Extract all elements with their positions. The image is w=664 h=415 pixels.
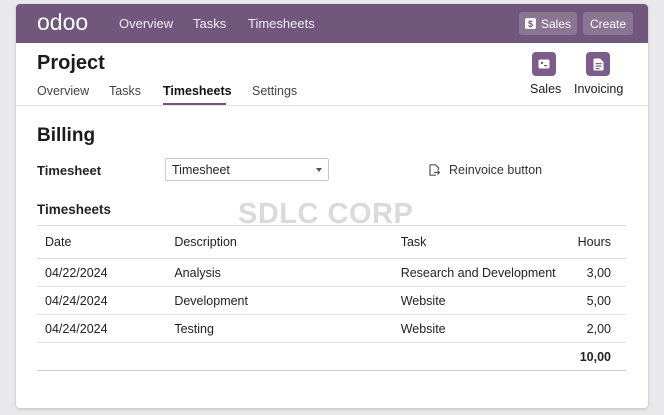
odoo-logo[interactable]: odoo [37,11,97,35]
page-title: Project [37,52,105,74]
reinvoice-button-label: Reinvoice button [449,163,543,177]
total-hours: 10,00 [569,342,626,371]
cell-date: 04/24/2024 [37,314,167,343]
tab-timesheets[interactable]: Timesheets [163,84,232,98]
sales-app-icon[interactable] [532,52,556,76]
tab-overview[interactable]: Overview [37,84,89,98]
invoicing-app-icon[interactable] [586,52,610,76]
cell-date: 04/22/2024 [37,258,167,287]
cell-description: Testing [166,314,393,343]
table-header-row: Date Description Task Hours [37,225,626,259]
cell-hours: 5,00 [569,286,626,315]
cell-task: Research and Development [392,258,570,287]
sales-app-label[interactable]: Sales [530,82,561,96]
cell-description: Development [166,286,393,315]
sales-button[interactable]: $ Sales [519,12,577,35]
top-navbar: odoo Overview Tasks Timesheets $ Sales C… [16,4,648,43]
reinvoice-button[interactable]: Reinvoice button [429,163,542,177]
table-row[interactable]: 04/24/2024 Testing Website 2,00 [37,314,626,343]
topnav-overview[interactable]: Overview [119,16,173,31]
sales-icon: $ [524,18,536,29]
chevron-down-icon [316,168,322,172]
cell-date: 04/24/2024 [37,286,167,315]
reinvoice-icon [429,164,440,176]
timesheet-field-label: Timesheet [37,163,102,178]
column-header-task[interactable]: Task [392,225,570,259]
timesheet-select[interactable]: Timesheet [165,158,329,181]
cell-description: Analysis [166,258,393,287]
timesheets-section-title: Timesheets [37,202,112,217]
billing-title: Billing [37,125,96,146]
column-header-date[interactable]: Date [37,225,167,259]
cell-hours: 3,00 [569,258,626,287]
topnav-tasks[interactable]: Tasks [193,16,226,31]
column-header-description[interactable]: Description [166,225,393,259]
svg-text:odoo: odoo [37,11,88,35]
app-window: odoo Overview Tasks Timesheets $ Sales C… [16,4,648,408]
invoicing-app-label[interactable]: Invoicing [574,82,623,96]
total-row: 10,00 [37,342,626,371]
table-row[interactable]: 04/22/2024 Analysis Research and Develop… [37,258,626,287]
sales-button-label: Sales [540,16,572,31]
tab-settings[interactable]: Settings [252,84,297,98]
cell-task: Website [392,314,570,343]
create-button-label: Create [589,16,627,31]
tab-tasks[interactable]: Tasks [109,84,141,98]
table-row[interactable]: 04/24/2024 Development Website 5,00 [37,286,626,315]
create-button[interactable]: Create [583,12,633,35]
topnav-timesheets[interactable]: Timesheets [248,16,315,31]
cell-hours: 2,00 [569,314,626,343]
cell-task: Website [392,286,570,315]
timesheet-table: Date Description Task Hours 04/22/2024 A… [37,225,626,371]
column-header-hours[interactable]: Hours [569,225,626,259]
divider [16,105,648,106]
timesheet-select-value: Timesheet [172,162,230,177]
